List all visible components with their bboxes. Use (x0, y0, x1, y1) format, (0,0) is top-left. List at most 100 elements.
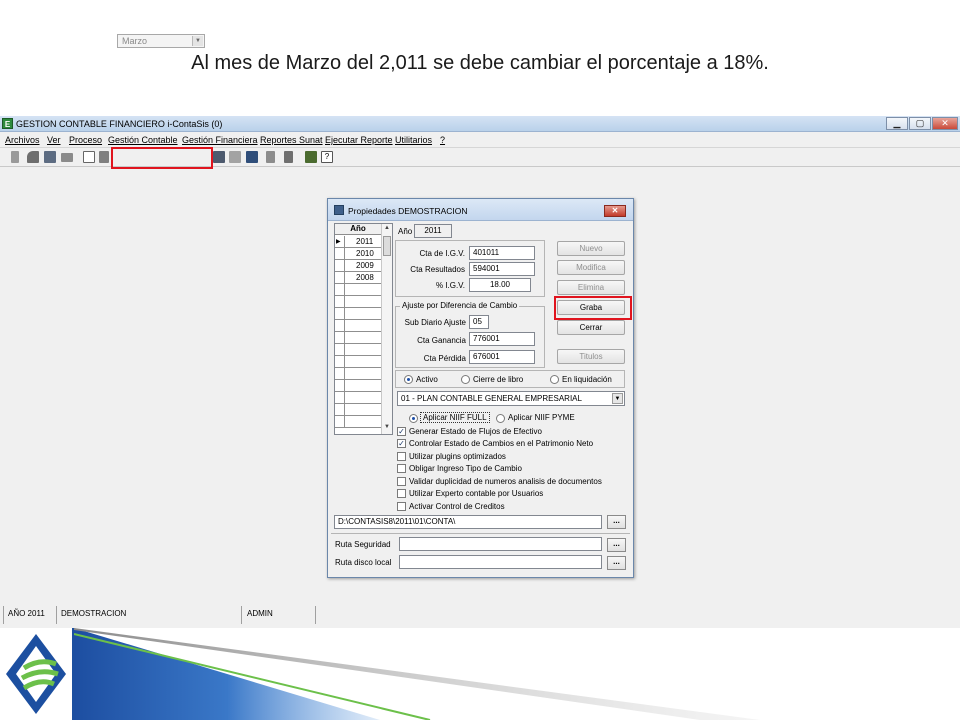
year-row[interactable]: ▶ 2011 (335, 236, 381, 248)
tools-icon[interactable] (27, 151, 39, 163)
ruta-seguridad-field[interactable] (399, 537, 602, 551)
scroll-thumb[interactable] (383, 236, 391, 256)
menu-help[interactable]: ? (440, 135, 445, 145)
scroll-up-icon[interactable]: ▲ (384, 225, 390, 231)
liquidacion-radio[interactable] (550, 375, 559, 384)
cierre-radio[interactable] (461, 375, 470, 384)
folder-icon[interactable] (61, 153, 73, 162)
app-titlebar: E GESTION CONTABLE FINANCIERO i-ContaSis… (0, 116, 960, 132)
ruta-conta-field[interactable]: D:\CONTASIS8\2011\01\CONTA\ (334, 515, 602, 529)
year-grid[interactable]: Año ▶ 2011 2010 2009 2008 ▲ ▼ (334, 223, 393, 435)
minimize-icon[interactable]: ▁ (886, 117, 908, 130)
app-logo-icon: E (2, 118, 13, 129)
chevron-down-icon[interactable]: ▼ (192, 36, 203, 46)
menu-utilitarios[interactable]: Utilitarios (395, 135, 432, 145)
option-checkbox-1[interactable]: ✓ (397, 439, 406, 448)
company-logo (0, 628, 74, 720)
year-row-empty[interactable] (335, 344, 381, 356)
option-checkbox-5[interactable] (397, 489, 406, 498)
year-row[interactable]: 2008 (335, 272, 381, 284)
edit-icon[interactable] (11, 151, 19, 163)
app-title: GESTION CONTABLE FINANCIERO i-ContaSis (… (16, 119, 223, 129)
close-icon[interactable]: ✕ (932, 117, 958, 130)
browse-button[interactable]: ... (607, 515, 626, 529)
cerrar-button[interactable]: Cerrar (557, 320, 625, 335)
dialog-titlebar: Propiedades DEMOSTRACION ✕ (328, 199, 633, 221)
pct-igv-field[interactable]: 18.00 (469, 278, 531, 292)
report-icon[interactable] (213, 151, 225, 163)
niif-full-radio[interactable] (409, 414, 418, 423)
option-label-4: Validar duplicidad de numeros analisis d… (409, 477, 602, 486)
maximize-icon[interactable]: ▢ (909, 117, 931, 130)
year-row-empty[interactable] (335, 320, 381, 332)
monitor-icon[interactable] (246, 151, 258, 163)
year-row-empty[interactable] (335, 296, 381, 308)
sub-diario-field[interactable]: 05 (469, 315, 489, 329)
book-icon[interactable] (266, 151, 275, 163)
cta-ganancia-label: Cta Ganancia (417, 336, 466, 345)
niif-full-label: Aplicar NIIF FULL (420, 412, 490, 423)
year-row-empty[interactable] (335, 332, 381, 344)
cierre-label: Cierre de libro (473, 375, 524, 384)
year-grid-scrollbar[interactable]: ▲ ▼ (381, 224, 392, 434)
close-icon[interactable]: ✕ (604, 205, 626, 217)
menu-proceso[interactable]: Proceso (69, 135, 102, 145)
menu-gestion-financiera[interactable]: Gestión Financiera (182, 135, 258, 145)
logo-emblem-icon (6, 634, 66, 714)
plan-select[interactable]: 01 - PLAN CONTABLE GENERAL EMPRESARIAL ▼ (397, 391, 625, 406)
anio-field[interactable]: 2011 (414, 224, 452, 238)
menu-archivos[interactable]: Archivos (5, 135, 40, 145)
year-row-empty[interactable] (335, 308, 381, 320)
cta-igv-field[interactable]: 401011 (469, 246, 535, 260)
year-row-empty[interactable] (335, 416, 381, 428)
year-row-empty[interactable] (335, 380, 381, 392)
option-checkbox-3[interactable] (397, 464, 406, 473)
dialog-title: Propiedades DEMOSTRACION (348, 206, 468, 216)
option-label-6: Activar Control de Creditos (409, 502, 505, 511)
titulos-button[interactable]: Titulos (557, 349, 625, 364)
window-icon[interactable] (83, 151, 95, 163)
option-checkbox-0[interactable]: ✓ (397, 427, 406, 436)
cta-resultados-field[interactable]: 594001 (469, 262, 535, 276)
user-icon[interactable] (44, 151, 56, 163)
scroll-down-icon[interactable]: ▼ (384, 424, 390, 430)
browse-button[interactable]: ... (607, 556, 626, 570)
graba-highlight-box (554, 296, 632, 320)
status-user: ADMIN (247, 609, 273, 618)
cta-ganancia-field[interactable]: 776001 (469, 332, 535, 346)
modifica-button[interactable]: Modifica (557, 260, 625, 275)
option-checkbox-4[interactable] (397, 477, 406, 486)
activo-radio[interactable] (404, 375, 413, 384)
calc-icon[interactable] (99, 151, 109, 163)
cta-perdida-label: Cta Pérdida (423, 354, 466, 363)
menu-reportes-sunat[interactable]: Reportes Sunat (260, 135, 323, 145)
anio-label: Año (398, 227, 413, 236)
month-select[interactable]: Marzo ▼ (117, 34, 205, 48)
print-icon[interactable] (229, 151, 241, 163)
year-row[interactable]: 2009 (335, 260, 381, 272)
option-checkbox-6[interactable] (397, 502, 406, 511)
year-row-empty[interactable] (335, 356, 381, 368)
ruta-local-field[interactable] (399, 555, 602, 569)
year-row[interactable]: 2010 (335, 248, 381, 260)
menu-ver[interactable]: Ver (47, 135, 61, 145)
year-row-empty[interactable] (335, 368, 381, 380)
month-highlight-box (111, 147, 213, 169)
chevron-down-icon[interactable]: ▼ (612, 393, 623, 404)
option-checkbox-2[interactable] (397, 452, 406, 461)
niif-pyme-radio[interactable] (496, 414, 505, 423)
browse-button[interactable]: ... (607, 538, 626, 552)
nuevo-button[interactable]: Nuevo (557, 241, 625, 256)
help-icon[interactable]: ? (321, 151, 333, 163)
elimina-button[interactable]: Elimina (557, 280, 625, 295)
menu-ejecutar-reporte[interactable]: Ejecutar Reporte (325, 135, 393, 145)
year-row-empty[interactable] (335, 392, 381, 404)
plan-select-value: 01 - PLAN CONTABLE GENERAL EMPRESARIAL (401, 394, 582, 403)
year-row-empty[interactable] (335, 284, 381, 296)
ajuste-group-title: Ajuste por Diferencia de Cambio (400, 301, 520, 310)
menu-gestion-contable[interactable]: Gestión Contable (108, 135, 178, 145)
year-row-empty[interactable] (335, 404, 381, 416)
exit-icon[interactable] (305, 151, 317, 163)
cta-perdida-field[interactable]: 676001 (469, 350, 535, 364)
archive-icon[interactable] (284, 151, 293, 163)
